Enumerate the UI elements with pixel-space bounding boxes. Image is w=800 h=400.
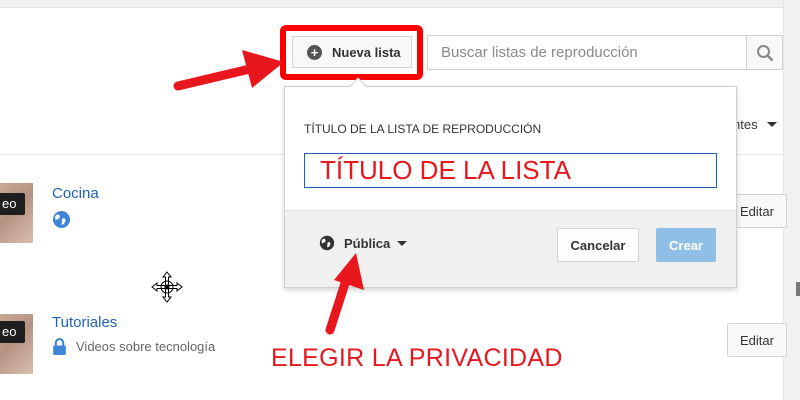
caret-down-icon[interactable] [767, 122, 777, 127]
caret-down-icon [397, 240, 408, 246]
privacy-dropdown[interactable]: Pública [319, 235, 408, 251]
red-arrow-right [173, 50, 284, 91]
search-input[interactable] [427, 35, 747, 70]
playlist-title-cocina[interactable]: Cocina [52, 185, 99, 202]
thumbnail-badge: eo [0, 193, 25, 215]
edit-button[interactable]: Editar [727, 323, 787, 357]
globe-icon [52, 210, 71, 229]
privacy-indicator [52, 210, 71, 234]
playlist-title-input[interactable] [304, 153, 717, 188]
privacy-indicator: Videos sobre tecnología [52, 337, 215, 356]
new-list-button[interactable]: + Nueva lista [292, 36, 412, 68]
new-playlist-dialog: TÍTULO DE LA LISTA DE REPRODUCCIÓN Públi… [284, 86, 737, 288]
move-cursor-icon [151, 271, 183, 303]
plus-circle-icon: + [307, 44, 322, 60]
dialog-heading: TÍTULO DE LA LISTA DE REPRODUCCIÓN [304, 122, 542, 136]
search-icon [756, 44, 773, 61]
globe-icon [319, 235, 335, 251]
privacy-label: Pública [344, 235, 391, 251]
new-list-label: Nueva lista [332, 44, 401, 60]
search-button[interactable] [746, 35, 783, 70]
top-strip [0, 0, 800, 8]
cancel-button[interactable]: Cancelar [557, 228, 639, 262]
playlist-title-tutoriales[interactable]: Tutoriales [52, 314, 117, 331]
thumbnail-badge: eo [0, 321, 25, 343]
playlist-description: Videos sobre tecnología [76, 339, 216, 354]
scrollbar-thumb[interactable] [796, 282, 800, 296]
annotation-text: ELEGIR LA PRIVACIDAD [271, 344, 563, 372]
create-button[interactable]: Crear [656, 228, 716, 262]
lock-icon [53, 338, 66, 355]
